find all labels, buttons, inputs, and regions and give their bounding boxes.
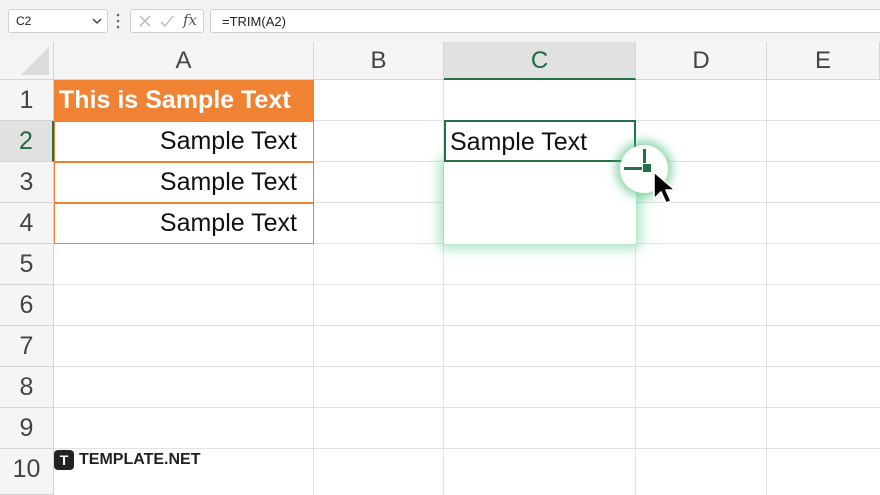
row-header-4[interactable]: 4 [0,203,54,244]
row-header-5[interactable]: 5 [0,244,54,285]
logo-badge: T [54,450,74,470]
gridline [54,407,880,408]
cancel-icon[interactable] [137,12,153,35]
gridline [54,366,880,367]
select-all-corner[interactable] [0,42,54,80]
fill-preview-range [444,162,636,244]
row-header-3[interactable]: 3 [0,162,54,203]
cell-a3-text: Sample Text [159,168,297,196]
row-header-8[interactable]: 8 [0,367,54,408]
logo-text: TEMPLATE.NET [79,451,201,468]
chevron-down-icon[interactable] [91,15,103,27]
row-header-2[interactable]: 2 [0,121,54,162]
name-box-value: C2 [16,14,32,28]
row-header-9[interactable]: 9 [0,408,54,449]
row-header-10[interactable]: 10 [0,449,54,495]
gridline [766,80,767,495]
insert-function-icon[interactable]: fx [183,11,197,29]
cell-c2-text: Sample Text [450,128,588,156]
cell-a1-text: This is Sample Text [59,86,291,114]
spreadsheet-grid: A B C D E 1 2 3 4 5 6 7 8 9 10 This is S… [0,42,880,495]
gridline [54,448,880,449]
column-header-d[interactable]: D [636,42,767,80]
mouse-pointer-icon [653,171,676,204]
formula-bar-area: C2 fx =TRIM(A2) [0,0,880,42]
cell-a4-text: Sample Text [159,209,297,237]
formula-buttons: fx [130,9,204,33]
cell-a3[interactable]: Sample Text [54,162,314,203]
active-cell-c2[interactable]: Sample Text [444,120,636,162]
row-header-7[interactable]: 7 [0,326,54,367]
gridline [54,284,880,285]
column-header-e[interactable]: E [767,42,880,80]
cell-a1[interactable]: This is Sample Text [54,80,314,121]
column-header-b[interactable]: B [314,42,444,80]
column-header-a[interactable]: A [54,42,314,80]
check-icon[interactable] [159,12,175,35]
cell-a4[interactable]: Sample Text [54,203,314,244]
name-box[interactable]: C2 [8,9,108,33]
row-header-6[interactable]: 6 [0,285,54,326]
row-header-1[interactable]: 1 [0,80,54,121]
gridline [54,325,880,326]
cell-a2[interactable]: Sample Text [54,121,314,162]
formula-input[interactable]: =TRIM(A2) [210,9,880,33]
column-header-c[interactable]: C [444,42,636,80]
formula-text: =TRIM(A2) [222,14,286,29]
cell-a2-text: Sample Text [159,127,297,155]
more-options-icon[interactable] [116,12,120,30]
